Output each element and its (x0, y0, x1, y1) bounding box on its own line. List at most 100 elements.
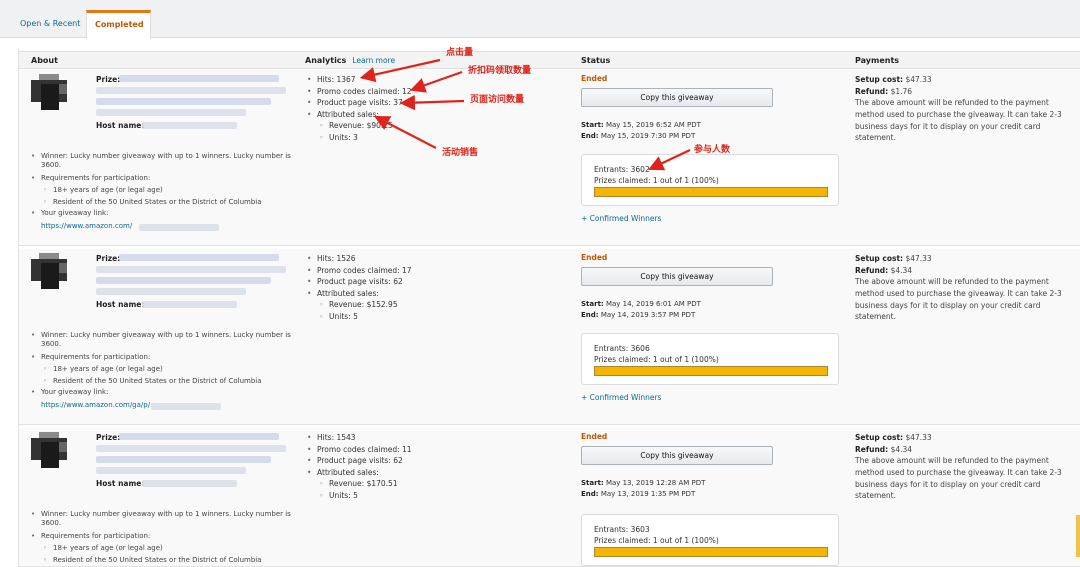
avatar (31, 253, 67, 289)
redacted-text (96, 109, 246, 116)
prizes-progress-bar (594, 187, 828, 197)
header-analytics-label: Analytics (305, 56, 347, 65)
setup-cost: $47.33 (905, 254, 932, 263)
prizes-claimed: Prizes claimed: 1 out of 1 (100%) (594, 355, 719, 364)
copy-giveaway-button[interactable]: Copy this giveaway (581, 446, 773, 465)
end-date-row: End: May 14, 2019 3:57 PM PDT (581, 310, 701, 321)
setup-cost: $47.33 (905, 75, 932, 84)
redacted-text (96, 98, 271, 105)
progress-fill (595, 548, 827, 556)
end-date: May 14, 2019 3:57 PM PDT (600, 310, 696, 319)
avatar (31, 74, 67, 110)
redacted-text (96, 288, 246, 295)
prize-label: Prize: (96, 75, 121, 84)
tab-bar: Open & Recent Completed (0, 0, 1080, 39)
giveaway-link-label: Your giveaway link: (31, 209, 301, 219)
winner-rule: Winner: Lucky number giveaway with up to… (31, 510, 301, 529)
units-stat: Units: 5 (307, 312, 567, 324)
revenue-stat: Revenue: $90.15 (307, 121, 567, 133)
giveaway-details: Winner: Lucky number giveaway with up to… (31, 152, 301, 231)
redacted-text (119, 433, 279, 440)
revenue-stat: Revenue: $152.95 (307, 300, 567, 312)
giveaway-details: Winner: Lucky number giveaway with up to… (31, 331, 301, 410)
winner-rule: Winner: Lucky number giveaway with up to… (31, 331, 301, 350)
giveaway-link[interactable]: https://www.amazon.com/ga/p/ (41, 401, 150, 409)
hits-stat: Hits: 1543 (307, 433, 567, 445)
start-date-row: Start: May 13, 2019 12:28 AM PDT (581, 478, 705, 489)
annotation-promo: 折扣码领取数量 (468, 66, 532, 76)
host-name-label: Host name: (96, 300, 145, 309)
start-date-row: Start: May 14, 2019 6:01 AM PDT (581, 299, 701, 310)
attributed-sales-label: Attributed sales: (307, 468, 567, 480)
refund-label: Refund: (855, 444, 889, 454)
confirmed-winners-link[interactable]: + Confirmed Winners (581, 393, 661, 403)
page-visits-stat: Product page visits: 62 (307, 456, 567, 468)
payments-panel: Setup cost: $47.33 Refund: $4.34 The abo… (855, 432, 1065, 502)
promo-codes-stat: Promo codes claimed: 12 (307, 87, 567, 99)
tab-completed[interactable]: Completed (86, 10, 151, 39)
end-date: May 15, 2019 7:30 PM PDT (600, 131, 696, 140)
giveaway-link[interactable]: https://www.amazon.com/ (41, 222, 132, 230)
giveaway-dates: Start: May 14, 2019 6:01 AM PDT End: May… (581, 299, 701, 321)
redacted-text (96, 87, 286, 94)
confirmed-winners-link[interactable]: + Confirmed Winners (581, 214, 661, 224)
giveaway-details: Winner: Lucky number giveaway with up to… (31, 510, 301, 567)
table-header: About Analytics Learn more Status Payment… (19, 51, 1080, 69)
requirement-item: Resident of the 50 United States or the … (31, 377, 301, 387)
page-visits-stat: Product page visits: 37 (307, 98, 567, 110)
end-label: End: (581, 131, 599, 140)
attributed-sales-label: Attributed sales: (307, 110, 567, 122)
setup-cost-label: Setup cost: (855, 433, 904, 442)
table-row: Prize: Host name: Winner: Lucky number g… (19, 428, 1080, 567)
table-row: Prize: Host name: Winner: Lucky number g… (19, 70, 1080, 246)
header-about: About (31, 56, 58, 65)
header-payments: Payments (855, 56, 900, 65)
redacted-text (142, 480, 237, 487)
prize-label: Prize: (96, 254, 121, 263)
learn-more-link[interactable]: Learn more (352, 56, 395, 65)
requirement-item: 18+ years of age (or legal age) (31, 365, 301, 375)
payments-panel: Setup cost: $47.33 Refund: $4.34 The abo… (855, 253, 1065, 323)
redacted-text (96, 266, 286, 273)
end-label: End: (581, 489, 599, 498)
host-name-label: Host name: (96, 479, 145, 488)
giveaway-dates: Start: May 15, 2019 6:52 AM PDT End: May… (581, 120, 701, 142)
entrants-box: Entrants: 3603 Prizes claimed: 1 out of … (581, 514, 839, 566)
requirement-item: Resident of the 50 United States or the … (31, 198, 301, 208)
giveaway-dates: Start: May 13, 2019 12:28 AM PDT End: Ma… (581, 478, 705, 500)
copy-giveaway-button[interactable]: Copy this giveaway (581, 88, 773, 107)
setup-cost-label: Setup cost: (855, 254, 904, 263)
refund-row: Refund: $4.34 (855, 265, 1065, 277)
refund-row: Refund: $4.34 (855, 444, 1065, 456)
refund-amount: $1.76 (890, 86, 913, 96)
units-stat: Units: 3 (307, 133, 567, 145)
setup-cost-label: Setup cost: (855, 75, 904, 84)
setup-cost-row: Setup cost: $47.33 (855, 74, 1065, 86)
prizes-progress-bar (594, 547, 828, 557)
start-label: Start: (581, 479, 604, 487)
refund-amount: $4.34 (890, 444, 913, 454)
redacted-text (151, 402, 221, 410)
end-label: End: (581, 310, 599, 319)
confirmed-winners-label: Confirmed Winners (589, 393, 662, 402)
redacted-text (119, 254, 279, 261)
start-date-row: Start: May 15, 2019 6:52 AM PDT (581, 120, 701, 131)
promo-codes-stat: Promo codes claimed: 17 (307, 266, 567, 278)
feedback-tab[interactable] (1076, 515, 1080, 557)
entrants-count: Entrants: 3603 (594, 525, 650, 534)
entrants-box: Entrants: 3602 Prizes claimed: 1 out of … (581, 154, 839, 206)
table-row: Prize: Host name: Winner: Lucky number g… (19, 249, 1080, 425)
copy-giveaway-button[interactable]: Copy this giveaway (581, 267, 773, 286)
tab-open-recent[interactable]: Open & Recent (12, 10, 88, 39)
setup-cost-row: Setup cost: $47.33 (855, 253, 1065, 265)
prize-label: Prize: (96, 433, 121, 442)
analytics-list: Hits: 1367 Promo codes claimed: 12 Produ… (307, 75, 567, 144)
winner-rule: Winner: Lucky number giveaway with up to… (31, 152, 301, 171)
status-panel: Ended Copy this giveaway Start: May 14, … (581, 253, 851, 402)
avatar (31, 432, 67, 468)
status-panel: Ended Copy this giveaway Start: May 15, … (581, 74, 851, 223)
annotation-sales: 活动销售 (442, 148, 479, 158)
payments-panel: Setup cost: $47.33 Refund: $1.76 The abo… (855, 74, 1065, 144)
end-date-row: End: May 15, 2019 7:30 PM PDT (581, 131, 701, 142)
end-date: May 13, 2019 1:35 PM PDT (600, 489, 696, 498)
